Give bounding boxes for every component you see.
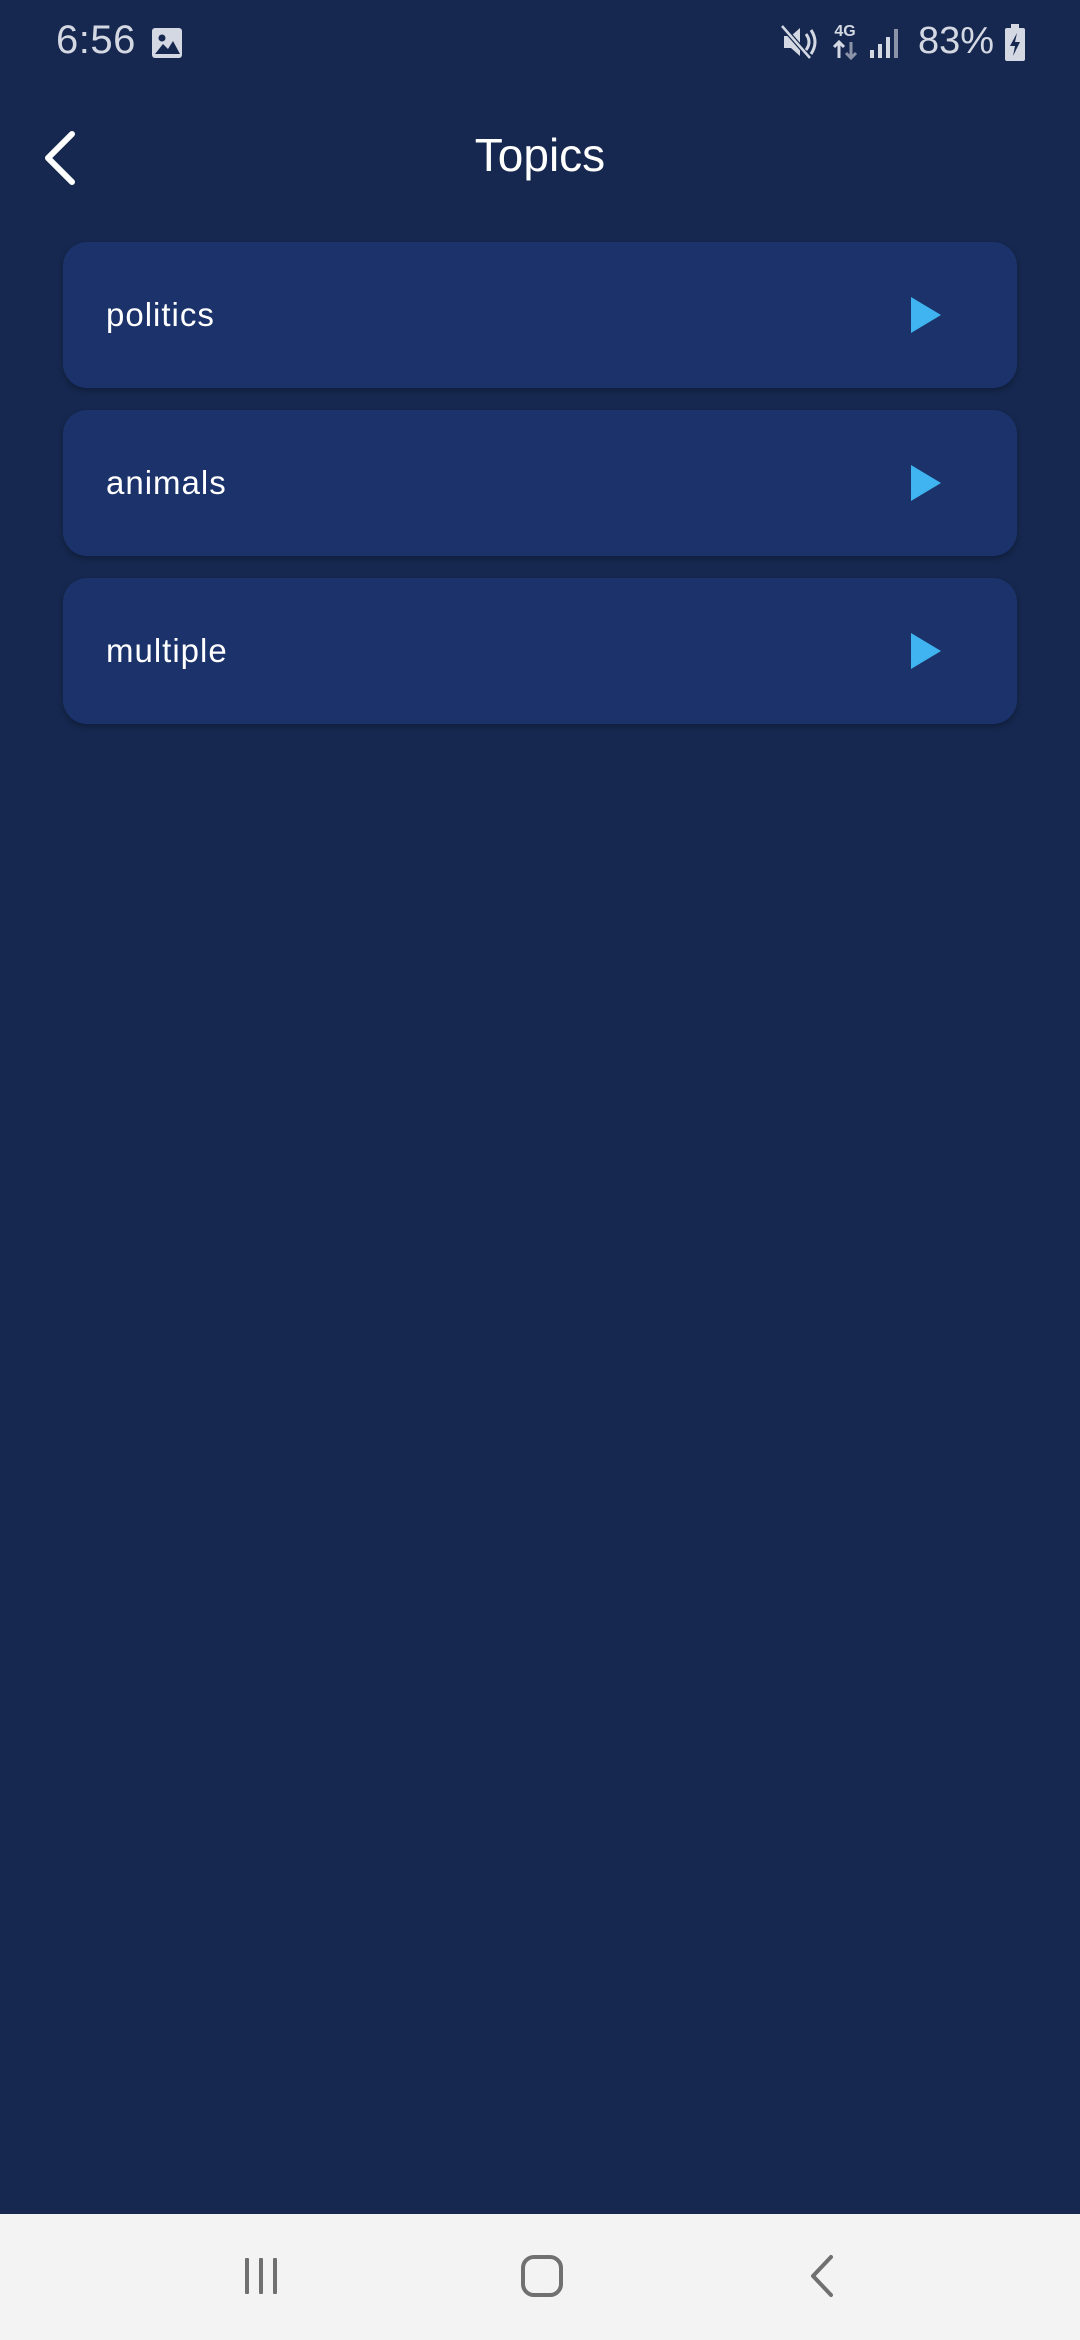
play-icon[interactable] — [909, 632, 943, 670]
home-icon — [519, 2253, 565, 2304]
topic-item-multiple[interactable]: multiple — [63, 578, 1017, 724]
svg-text:4G: 4G — [834, 23, 855, 40]
app-bar: Topics — [0, 88, 1080, 228]
topic-label: multiple — [106, 632, 228, 669]
play-icon[interactable] — [909, 296, 943, 334]
topic-item-politics[interactable]: politics — [63, 242, 1017, 388]
system-navigation-bar — [0, 2214, 1080, 2340]
topic-item-animals[interactable]: animals — [63, 410, 1017, 556]
network-4g-icon: 4G — [828, 20, 862, 64]
topic-list: politics animals multiple — [63, 242, 1017, 746]
play-icon[interactable] — [909, 464, 943, 502]
signal-icon — [868, 26, 902, 60]
battery-percentage: 83% — [918, 20, 995, 62]
home-button[interactable] — [506, 2242, 578, 2314]
topic-label: animals — [106, 464, 227, 501]
recent-apps-icon — [239, 2254, 283, 2303]
status-time: 6:56 — [56, 18, 136, 62]
topic-label: politics — [106, 296, 215, 333]
page-title: Topics — [474, 129, 606, 181]
image-icon — [150, 26, 184, 60]
recent-apps-button[interactable] — [225, 2242, 297, 2314]
battery-charging-icon — [1004, 24, 1026, 62]
system-back-button[interactable] — [786, 2242, 858, 2314]
status-bar: 6:56 4G 83% — [0, 0, 1080, 88]
mute-icon — [780, 22, 820, 62]
back-icon — [807, 2253, 837, 2304]
